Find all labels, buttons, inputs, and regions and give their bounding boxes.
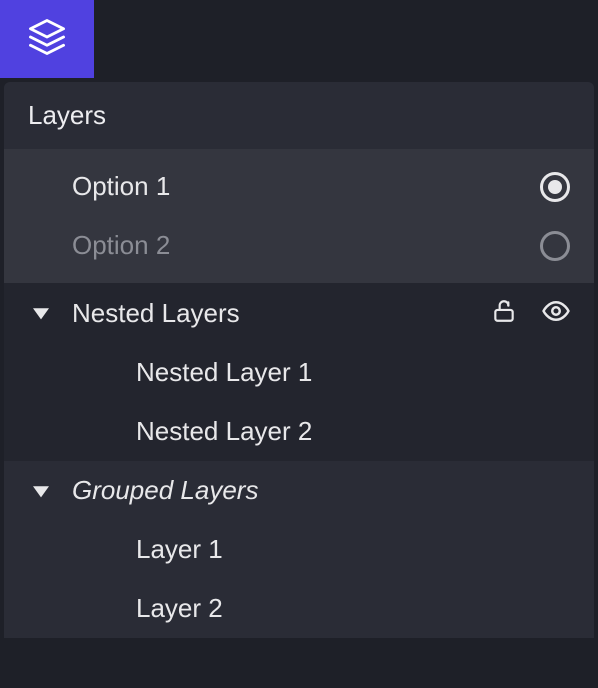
- layer-item-nested-1[interactable]: Nested Layer 1: [4, 343, 594, 402]
- group-label: Nested Layers: [72, 298, 488, 329]
- group-actions: [488, 297, 572, 329]
- radio-selected[interactable]: [540, 172, 570, 202]
- layer-label: Nested Layer 1: [136, 357, 312, 387]
- panel-body: Option 1 Option 2 Nested Layers: [4, 149, 594, 638]
- option-row-2[interactable]: Option 2: [4, 216, 594, 275]
- eye-icon: [541, 296, 571, 331]
- chevron-down-icon: [32, 304, 50, 322]
- group-row-nested-layers[interactable]: Nested Layers: [4, 283, 594, 343]
- layer-item-grouped-2[interactable]: Layer 2: [4, 579, 594, 638]
- layer-item-grouped-1[interactable]: Layer 1: [4, 520, 594, 579]
- unlock-button[interactable]: [488, 297, 520, 329]
- layers-panel-button[interactable]: [0, 0, 94, 78]
- panel-title: Layers: [4, 82, 594, 149]
- layer-item-nested-2[interactable]: Nested Layer 2: [4, 402, 594, 461]
- unlock-icon: [491, 298, 517, 329]
- layer-label: Layer 1: [136, 534, 223, 564]
- toolbar: [0, 0, 598, 82]
- option-row-1[interactable]: Option 1: [4, 157, 594, 216]
- option-label: Option 1: [72, 171, 170, 202]
- layer-label: Layer 2: [136, 593, 223, 623]
- layers-icon: [25, 15, 69, 64]
- options-block: Option 1 Option 2: [4, 149, 594, 283]
- chevron-down-icon: [32, 482, 50, 500]
- group-row-grouped-layers[interactable]: Grouped Layers: [4, 461, 594, 520]
- group-label: Grouped Layers: [72, 475, 572, 506]
- option-label: Option 2: [72, 230, 170, 261]
- visibility-button[interactable]: [540, 297, 572, 329]
- radio-unselected[interactable]: [540, 231, 570, 261]
- layer-label: Nested Layer 2: [136, 416, 312, 446]
